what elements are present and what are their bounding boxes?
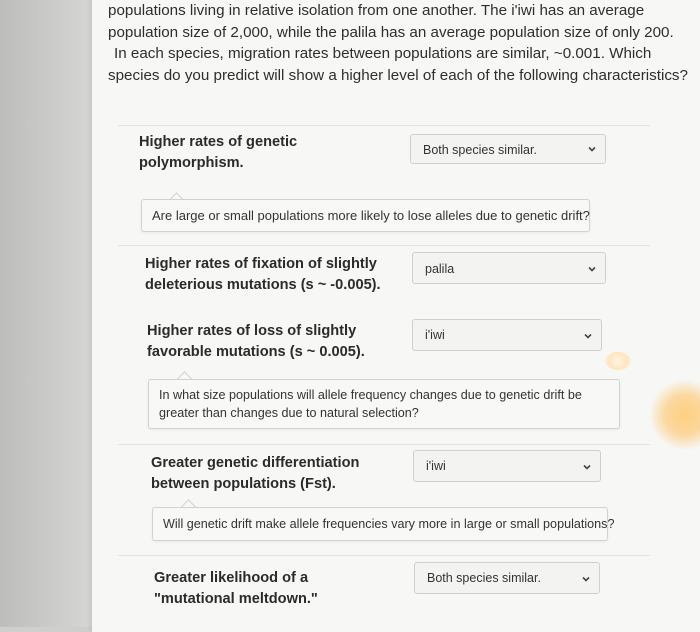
intro-line: species do you predict will show a highe… [108, 66, 688, 84]
selected-value: i'iwi [425, 328, 445, 342]
selected-value: Both species similar. [427, 571, 541, 585]
answer-select-loss[interactable]: i'iwi [412, 319, 602, 351]
divider [118, 125, 650, 126]
intro-line: populations living in relative isolation… [108, 2, 645, 19]
hint-vary-more: Will genetic drift make allele frequenci… [152, 507, 614, 541]
row-label-loss: Higher rates of loss of slightly favorab… [147, 323, 365, 360]
answer-select-differentiation[interactable]: i'iwi [413, 450, 601, 482]
background-shadow [0, 0, 92, 627]
chevron-down-icon [588, 146, 596, 152]
row-label-polymorphism: Higher rates of genetic polymorphism. [139, 134, 298, 171]
selected-value: Both species similar. [423, 143, 537, 157]
question-text: populations living in relative isolation… [108, 0, 688, 86]
divider [118, 444, 650, 445]
hint-drift-vs-selection: In what size populations will allele fre… [148, 379, 620, 429]
hint-lose-alleles: Are large or small populations more like… [141, 199, 590, 232]
answer-select-polymorphism[interactable]: Both species similar. [410, 134, 606, 164]
light-glare [605, 352, 631, 370]
selected-value: i'iwi [426, 459, 446, 473]
answer-select-fixation[interactable]: palila [412, 252, 606, 284]
row-label-fixation: Higher rates of fixation of slightly del… [145, 256, 381, 293]
divider [118, 245, 650, 246]
row-label-meltdown: Greater likelihood of a "mutational melt… [154, 570, 318, 607]
chevron-down-icon [582, 576, 590, 582]
intro-line: population size of 2,000, while the pali… [108, 23, 674, 41]
answer-select-meltdown[interactable]: Both species similar. [414, 562, 600, 594]
row-label-differentiation: Greater genetic differentiation between … [151, 455, 360, 492]
chevron-down-icon [584, 333, 592, 339]
chevron-down-icon [583, 464, 591, 470]
divider [118, 555, 650, 556]
intro-line: In each species, migration rates between… [114, 45, 652, 62]
chevron-down-icon [588, 266, 596, 272]
selected-value: palila [425, 262, 455, 276]
